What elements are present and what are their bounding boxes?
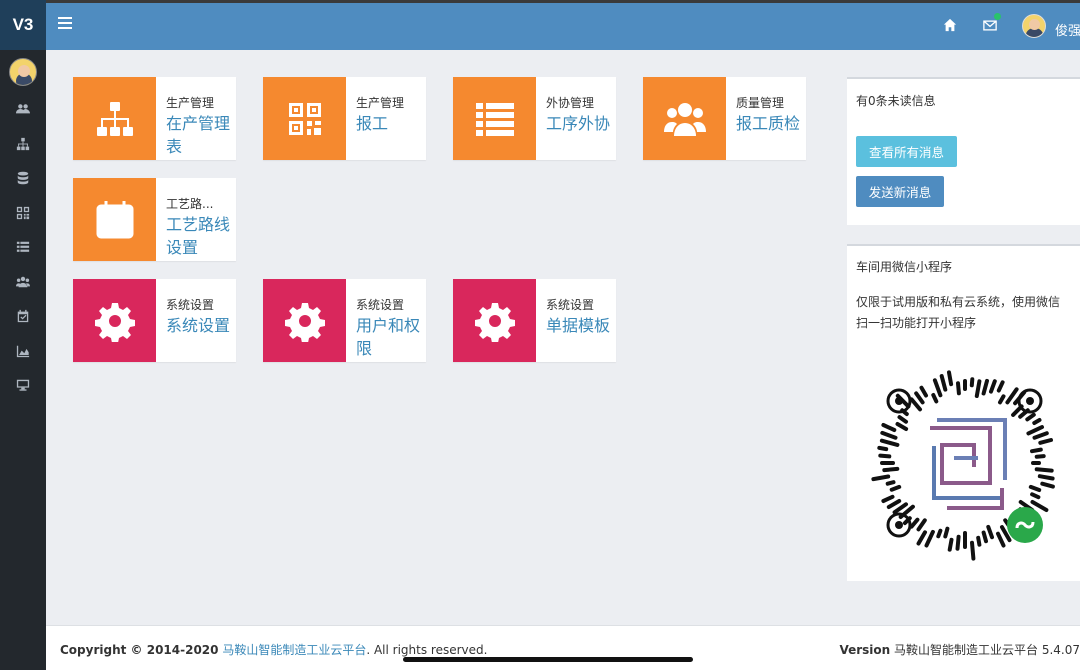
miniprogram-panel: 车间用微信小程序 仅限于试用版和私有云系统，使用微信扫一扫功能打开小程序	[847, 244, 1080, 581]
version-info: Version 马鞍山智能制造工业云平台 5.4.07	[839, 641, 1080, 658]
tile-title[interactable]: 单据模板	[546, 314, 616, 337]
tile-title[interactable]: 报工	[356, 112, 426, 135]
company-link[interactable]: 马鞍山智能制造工业云平台	[222, 643, 366, 657]
user-name[interactable]: 俊强	[1055, 20, 1080, 39]
sidebar-item-users[interactable]	[0, 92, 46, 127]
copyright-prefix: Copyright © 2014-2020	[60, 643, 219, 657]
tile-icon-box	[643, 77, 726, 160]
gear-icon	[94, 302, 135, 342]
mail-icon[interactable]	[983, 20, 997, 31]
sidebar-item-sitemap[interactable]	[0, 127, 46, 162]
tile-document-templates[interactable]: 系统设置 单据模板	[453, 279, 616, 362]
miniprogram-description: 仅限于试用版和私有云系统，使用微信扫一扫功能打开小程序	[856, 295, 1061, 330]
sitemap-icon	[16, 137, 30, 150]
footer: Copyright © 2014-2020 马鞍山智能制造工业云平台. All …	[46, 625, 1080, 670]
calendar-check-icon	[96, 200, 133, 238]
tile-category: 系统设置	[166, 298, 215, 312]
tile-icon-box	[453, 279, 536, 362]
gear-icon	[284, 302, 325, 342]
gear-icon	[474, 302, 515, 342]
miniprogram-qrcode	[871, 370, 1055, 561]
version-value: 马鞍山智能制造工业云平台 5.4.07	[894, 643, 1080, 657]
team-icon	[16, 276, 30, 287]
topbar: 俊强	[46, 0, 1080, 50]
copyright: Copyright © 2014-2020 马鞍山智能制造工业云平台. All …	[60, 641, 487, 658]
brand-logo[interactable]: V3	[0, 0, 46, 50]
tile-icon-box	[73, 178, 156, 261]
area-chart-icon	[16, 345, 30, 357]
calendar-check-icon	[17, 310, 29, 323]
unread-messages-count: 有0条未读信息	[856, 94, 936, 108]
home-icon[interactable]	[943, 18, 957, 32]
tile-category: 生产管理	[356, 96, 405, 110]
sidebar-item-calendar[interactable]	[0, 299, 46, 334]
tile-icon-box	[263, 279, 346, 362]
tile-users-permissions[interactable]: 系统设置 用户和权限	[263, 279, 426, 362]
tile-category: 系统设置	[356, 298, 405, 312]
tile-system-settings[interactable]: 系统设置 系统设置	[73, 279, 236, 362]
users-icon	[16, 104, 30, 114]
view-all-messages-button[interactable]: 查看所有消息	[856, 136, 957, 167]
mail-badge	[994, 13, 1001, 20]
qrcode-icon	[288, 102, 321, 135]
tile-icon-box	[73, 77, 156, 160]
tile-icon-box	[73, 279, 156, 362]
tile-process-route-settings[interactable]: 工艺路... 工艺路线设置	[73, 178, 236, 261]
tile-category: 生产管理	[166, 96, 215, 110]
tile-quality-inspection[interactable]: 质量管理 报工质检	[643, 77, 806, 160]
sidebar-item-desktop[interactable]	[0, 368, 46, 403]
rights-text: . All rights reserved.	[366, 643, 488, 657]
tile-icon-box	[453, 77, 536, 160]
tile-category: 系统设置	[546, 298, 595, 312]
tile-icon-box	[263, 77, 346, 160]
database-icon	[17, 171, 29, 185]
qrcode-icon	[16, 206, 30, 219]
menu-icon[interactable]	[58, 17, 72, 31]
list-icon	[475, 102, 514, 136]
sidebar-item-database[interactable]	[0, 161, 46, 196]
version-label: Version	[839, 643, 891, 657]
desktop-icon	[16, 380, 30, 391]
miniprogram-title: 车间用微信小程序	[856, 260, 953, 274]
sidebar-nav	[0, 92, 46, 403]
tile-in-production-table[interactable]: 生产管理 在产管理表	[73, 77, 236, 160]
sitemap-icon	[96, 101, 133, 136]
tile-title[interactable]: 用户和权限	[356, 314, 426, 360]
sidebar: V3	[0, 0, 46, 670]
tile-title[interactable]: 工艺路线设置	[166, 213, 236, 259]
users-icon	[663, 102, 706, 136]
tile-report-work[interactable]: 生产管理 报工	[263, 77, 426, 160]
tile-title[interactable]: 报工质检	[736, 112, 806, 135]
list-icon	[16, 242, 30, 253]
sidebar-item-list[interactable]	[0, 230, 46, 265]
sidebar-item-qrcode[interactable]	[0, 196, 46, 231]
sidebar-item-team[interactable]	[0, 265, 46, 300]
tile-category: 质量管理	[736, 96, 785, 110]
sidebar-avatar[interactable]	[9, 58, 37, 86]
tile-title[interactable]: 在产管理表	[166, 112, 236, 158]
tile-title[interactable]: 系统设置	[166, 314, 236, 337]
tile-category: 外协管理	[546, 96, 595, 110]
user-avatar[interactable]	[1022, 14, 1046, 38]
tile-title[interactable]: 工序外协	[546, 112, 616, 135]
home-indicator	[403, 657, 693, 662]
sidebar-item-chart[interactable]	[0, 334, 46, 369]
send-new-message-button[interactable]: 发送新消息	[856, 176, 944, 207]
tile-process-outsourcing[interactable]: 外协管理 工序外协	[453, 77, 616, 160]
messages-panel: 有0条未读信息 查看所有消息 发送新消息	[847, 77, 1080, 225]
tile-category: 工艺路...	[166, 197, 214, 211]
